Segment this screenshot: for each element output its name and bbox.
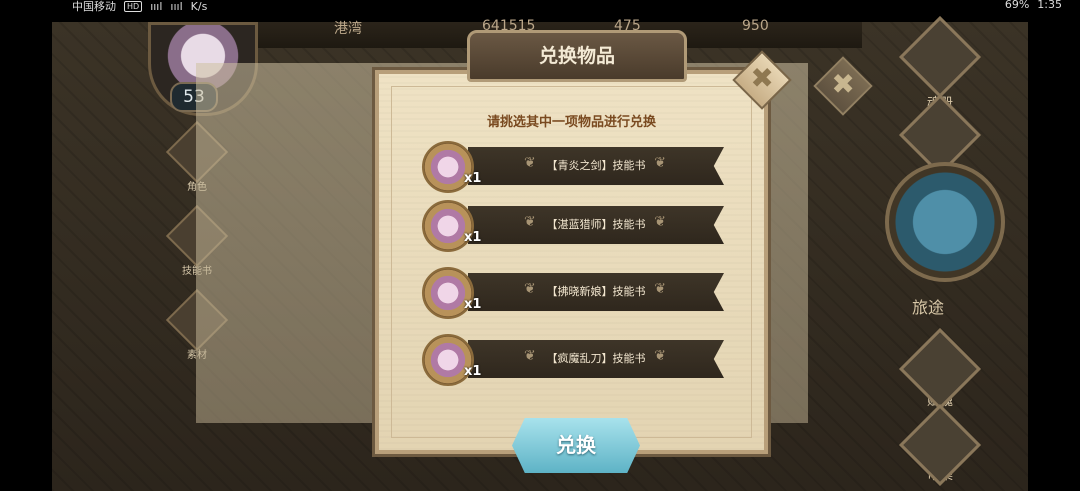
journey-button[interactable] xyxy=(885,162,1005,282)
item-label: 【湛蓝猎师】技能书 xyxy=(546,218,646,231)
exchange-button[interactable]: 兑换 xyxy=(512,418,640,473)
soulbook-icon xyxy=(898,15,982,99)
item-label: 【青炎之剑】技能书 xyxy=(546,159,646,172)
exchange-item-4[interactable]: ❦ 【疯魔乱刀】技能书 ❦ x1 xyxy=(420,334,730,386)
item-count: x1 xyxy=(464,230,482,245)
carrier-label: 中国移动 xyxy=(72,0,116,13)
wing-right-icon: ❦ xyxy=(654,155,666,171)
exchange-item-3[interactable]: ❦ 【拂晓新娘】技能书 ❦ x1 xyxy=(420,267,730,319)
item-bar: ❦ 【疯魔乱刀】技能书 ❦ xyxy=(468,340,724,378)
signal-icon: ıııl xyxy=(150,0,163,13)
dialog-title: 兑换物品 xyxy=(467,30,687,82)
energy-count: 950 xyxy=(742,18,769,34)
left-letterbox xyxy=(0,22,52,491)
wing-right-icon: ❦ xyxy=(654,348,666,364)
exchange-item-2[interactable]: ❦ 【湛蓝猎师】技能书 ❦ x1 xyxy=(420,200,730,252)
net-speed: K/s xyxy=(190,0,208,13)
item-label: 【拂晓新娘】技能书 xyxy=(546,285,646,298)
wing-right-icon: ❦ xyxy=(654,214,666,230)
item-bar: ❦ 【拂晓新娘】技能书 ❦ xyxy=(468,273,724,311)
item-bar: ❦ 【湛蓝猎师】技能书 ❦ xyxy=(468,206,724,244)
exchange-item-1[interactable]: ❦ 【青炎之剑】技能书 ❦ x1 xyxy=(420,141,730,193)
close-icon-2: ✖ xyxy=(831,67,855,101)
dialog-prompt: 请挑选其中一项物品进行兑换 xyxy=(486,115,656,130)
menu-journey-label: 旅途 xyxy=(912,298,945,317)
location-label: 港湾 xyxy=(334,21,362,37)
item-bar: ❦ 【青炎之剑】技能书 ❦ xyxy=(468,147,724,185)
menu-market[interactable]: 市集 xyxy=(890,403,990,487)
close-icon: ✖ xyxy=(750,61,774,95)
right-letterbox xyxy=(1028,22,1080,491)
item-count: x1 xyxy=(464,297,482,312)
clock: 1:35 xyxy=(1037,0,1062,11)
status-bar: 中国移动 HD ıııl ıııl K/s 69% 1:35 xyxy=(0,0,1080,22)
battery-percent: 69% xyxy=(1004,0,1030,11)
item-label: 【疯魔乱刀】技能书 xyxy=(546,352,646,365)
item-count: x1 xyxy=(464,171,482,186)
item-count: x1 xyxy=(464,364,482,379)
hd-badge: HD xyxy=(124,0,143,12)
wing-right-icon: ❦ xyxy=(654,281,666,297)
menu-endow[interactable]: 赋魂 xyxy=(890,327,990,411)
signal-icon-2: ıııl xyxy=(170,0,183,13)
